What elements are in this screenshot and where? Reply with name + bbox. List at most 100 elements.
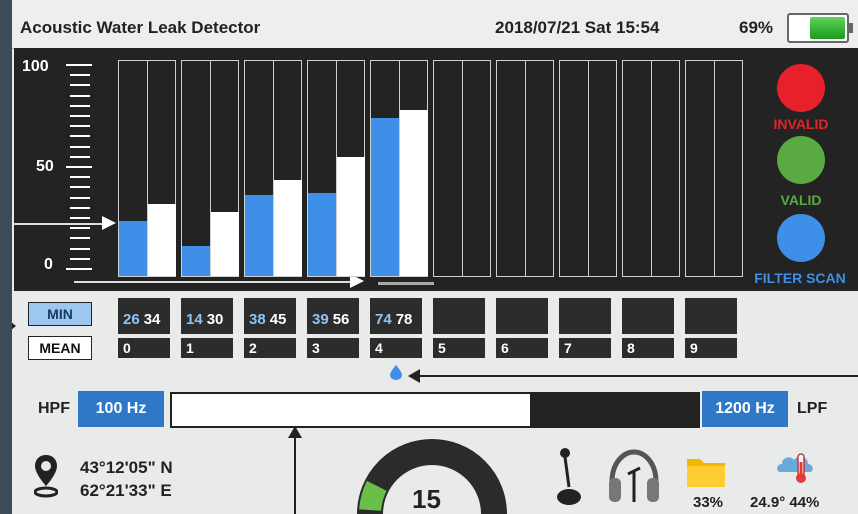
min-button[interactable]: MIN (28, 302, 92, 326)
x-axis-line (74, 281, 358, 283)
gps-longitude: 62°21'33" E (80, 481, 172, 500)
channel-bar-5[interactable] (433, 60, 491, 277)
gps-latitude: 43°12'05" N (80, 458, 173, 477)
channel-number: 8 (622, 338, 674, 358)
channel-number: 2 (244, 338, 296, 358)
y-tick (70, 247, 90, 250)
headphones-icon[interactable] (606, 448, 662, 506)
y-tick (70, 176, 90, 179)
y-label-0: 0 (44, 256, 53, 273)
channel-bar-8[interactable] (622, 60, 680, 277)
pointer-line (294, 432, 296, 514)
invalid-label: INVALID (773, 116, 829, 132)
mean-level-bar (274, 180, 302, 276)
channel-number: 6 (496, 338, 548, 358)
mean-level-bar (400, 110, 428, 276)
water-drop-icon (390, 365, 402, 380)
y-label-100: 100 (22, 58, 49, 75)
bar-graph-panel: 100 50 0 INVALID VALID FILTER SCAN (14, 48, 858, 291)
channel-value-box[interactable]: 74 78 (370, 298, 422, 334)
y-tick (66, 268, 92, 270)
y-tick (70, 186, 90, 189)
channel-number: 9 (685, 338, 737, 358)
mean-value: 56 (332, 311, 350, 328)
min-level-bar (308, 193, 336, 276)
channel-number: 7 (559, 338, 611, 358)
y-tick (70, 155, 90, 158)
min-level-bar (119, 221, 147, 276)
thermometer-cloud-icon (777, 453, 813, 483)
y-tick (70, 74, 90, 77)
app-title: Acoustic Water Leak Detector (20, 18, 261, 37)
hpf-value-button[interactable]: 100 Hz (78, 391, 164, 427)
mean-button[interactable]: MEAN (28, 336, 92, 360)
channel-value-box[interactable] (622, 298, 674, 334)
channel-number: 3 (307, 338, 359, 358)
threshold-arrow-icon[interactable] (102, 216, 116, 230)
microphone-icon[interactable] (552, 447, 582, 507)
channel-number: 0 (118, 338, 170, 358)
mean-level-bar (211, 212, 239, 276)
channel-bar-3[interactable] (307, 60, 365, 277)
mean-level-bar (337, 157, 365, 276)
y-tick (66, 64, 92, 66)
hpf-label: HPF (38, 400, 70, 417)
status-header: Acoustic Water Leak Detector 2018/07/21 … (12, 0, 858, 49)
channel-value-box[interactable] (433, 298, 485, 334)
y-tick (70, 115, 90, 117)
min-value: 38 (249, 311, 266, 328)
y-tick (70, 237, 90, 240)
temp-humidity: 24.9° 44% (750, 494, 820, 511)
mean-value: 34 (143, 311, 161, 328)
valid-label: VALID (780, 192, 822, 208)
mean-value: 78 (395, 311, 413, 328)
lpf-value-button[interactable]: 1200 Hz (702, 391, 788, 427)
channel-value-box[interactable]: 26 34 (118, 298, 170, 334)
storage-percent: 33% (693, 494, 724, 511)
channel-bar-4[interactable] (370, 60, 428, 277)
channel-number: 4 (370, 338, 422, 358)
mean-value: 45 (269, 311, 287, 328)
channel-value-box[interactable] (559, 298, 611, 334)
y-tick (70, 125, 90, 128)
mode-arrow-icon (12, 322, 16, 330)
channel-number: 1 (181, 338, 233, 358)
channel-bar-1[interactable] (181, 60, 239, 277)
device-screen: Acoustic Water Leak Detector 2018/07/21 … (12, 0, 858, 514)
selected-channel-marker (378, 282, 434, 285)
channel-value-box[interactable]: 39 56 (307, 298, 359, 334)
y-tick (70, 227, 90, 230)
min-level-bar (371, 118, 399, 276)
channel-bar-2[interactable] (244, 60, 302, 277)
y-tick (70, 257, 90, 260)
y-tick (70, 94, 90, 97)
datetime: 2018/07/21 Sat 15:54 (495, 18, 660, 37)
channel-value-box[interactable] (496, 298, 548, 334)
channel-value-box[interactable]: 14 30 (181, 298, 233, 334)
channel-value-box[interactable]: 38 45 (244, 298, 296, 334)
mean-value: 30 (206, 311, 224, 328)
channel-bar-7[interactable] (559, 60, 617, 277)
y-tick (70, 104, 90, 107)
folder-icon[interactable] (686, 454, 726, 488)
valid-indicator-icon (777, 136, 825, 184)
frequency-band-slider[interactable] (170, 392, 700, 428)
min-value: 14 (186, 311, 203, 328)
battery-percent: 69% (739, 18, 774, 37)
y-tick (70, 135, 90, 138)
y-tick (70, 217, 90, 219)
filter-scan-label: FILTER SCAN (754, 270, 846, 286)
threshold-line (14, 223, 104, 225)
y-tick (70, 84, 90, 87)
min-value: 26 (123, 311, 140, 328)
channel-bar-9[interactable] (685, 60, 743, 277)
channel-number: 5 (433, 338, 485, 358)
min-value: 39 (312, 311, 329, 328)
channel-value-box[interactable] (685, 298, 737, 334)
filter-scan-indicator-icon[interactable] (777, 214, 825, 262)
channel-bar-6[interactable] (496, 60, 554, 277)
invalid-indicator-icon (777, 64, 825, 112)
channel-bar-0[interactable] (118, 60, 176, 277)
selection-arrow-line (412, 375, 858, 377)
lpf-label: LPF (797, 400, 828, 417)
